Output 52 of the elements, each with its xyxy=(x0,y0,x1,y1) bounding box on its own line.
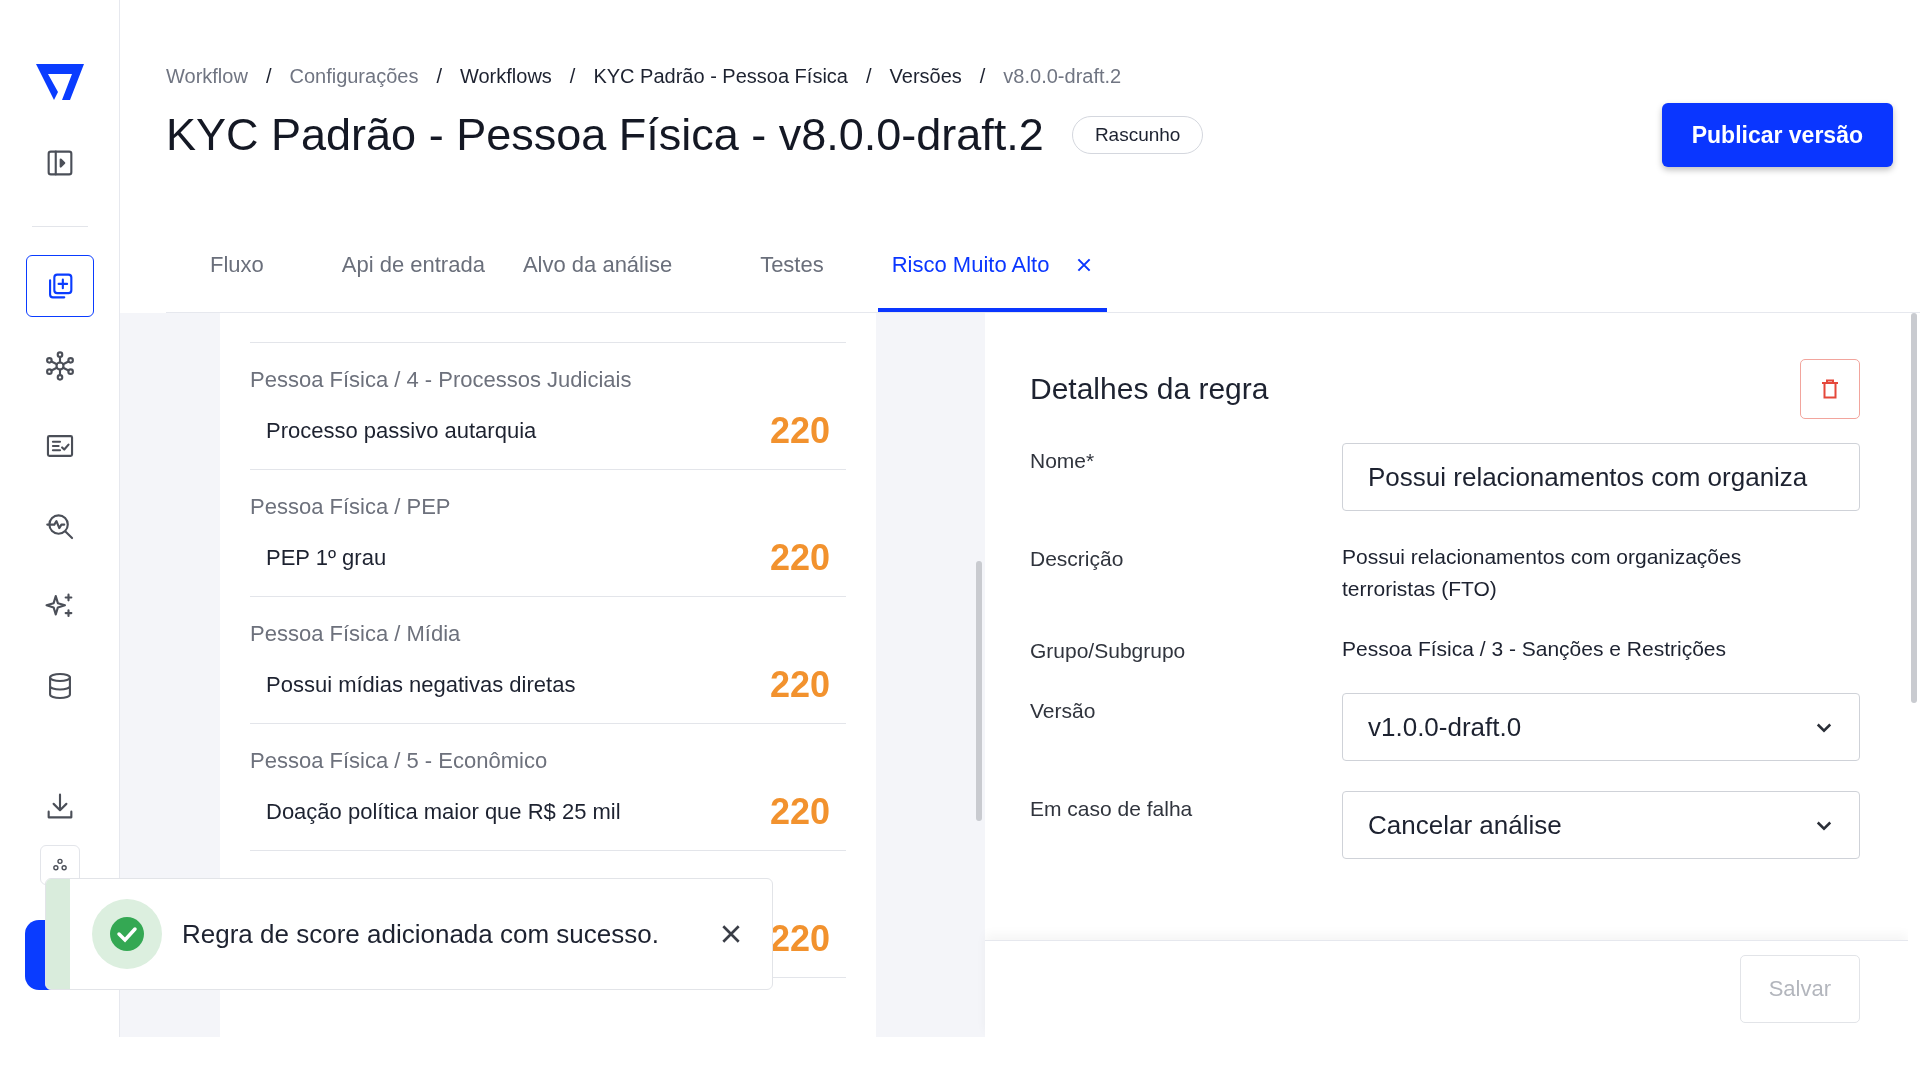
field-label: Descrição xyxy=(1030,546,1125,572)
publish-button[interactable]: Publicar versão xyxy=(1661,103,1893,167)
select-field[interactable]: v1.0.0-draft.0 xyxy=(1342,693,1860,761)
field-label: Nome* xyxy=(1030,448,1096,474)
close-icon[interactable] xyxy=(720,923,742,945)
rule-group: Pessoa Física / 5 - Econômico xyxy=(250,748,846,776)
rule-name: PEP 1º grau xyxy=(266,545,387,571)
breadcrumb-separator: / xyxy=(265,64,272,88)
tab[interactable]: Testes xyxy=(746,222,838,312)
rule-score: 220 xyxy=(769,410,830,452)
breadcrumb-link[interactable]: KYC Padrão - Pessoa Física xyxy=(593,64,848,88)
scrollbar[interactable] xyxy=(976,561,982,821)
tab[interactable]: Fluxo xyxy=(196,222,278,312)
rule-group: Pessoa Física / Mídia xyxy=(250,621,846,649)
breadcrumb-link[interactable]: Versões xyxy=(889,64,962,88)
scrollbar[interactable] xyxy=(1911,313,1917,703)
rule-item[interactable]: Possui mídias negativas diretas 220 xyxy=(250,649,846,709)
field-value: Pessoa Física / 3 - Sanções e Restrições xyxy=(1342,636,1727,662)
delete-button[interactable] xyxy=(1800,359,1860,419)
breadcrumb-separator: / xyxy=(979,64,986,88)
rule-name: Possui mídias negativas diretas xyxy=(266,672,576,698)
breadcrumb-separator: / xyxy=(865,64,872,88)
breadcrumb-link[interactable]: Configurações xyxy=(289,64,419,88)
field-label: Versão xyxy=(1030,698,1097,724)
rule-item[interactable]: Doação política maior que R$ 25 mil 220 xyxy=(250,776,846,836)
tab[interactable]: Api de entrada xyxy=(327,222,499,312)
name-input[interactable]: Possui relacionamentos com organiza xyxy=(1342,443,1860,511)
breadcrumb-link[interactable]: Workflows xyxy=(459,64,552,88)
rule-name: Doação política maior que R$ 25 mil xyxy=(266,799,621,825)
field-label: Grupo/Subgrupo xyxy=(1030,638,1187,664)
tab[interactable]: Alvo da análise xyxy=(508,222,687,312)
field-label: Em caso de falha xyxy=(1030,796,1194,822)
breadcrumb-separator: / xyxy=(436,64,442,88)
logo xyxy=(33,62,86,102)
rule-group: Pessoa Física / 4 - Processos Judiciais xyxy=(250,367,846,395)
rule-score: 220 xyxy=(769,537,830,579)
rule-item[interactable]: Processo passivo autarquia 220 xyxy=(250,395,846,455)
field-value: Possui relacionamentos com organizações terroristas (FTO) xyxy=(1342,544,1743,602)
breadcrumb-separator: / xyxy=(569,64,576,88)
select-field[interactable]: Cancelar análise xyxy=(1342,791,1860,859)
breadcrumb-link[interactable]: Workflow xyxy=(166,64,248,88)
rule-name: Processo passivo autarquia xyxy=(266,418,537,444)
details-title: Detalhes da regra xyxy=(1030,372,1269,406)
breadcrumb-link[interactable]: v8.0.0-draft.2 xyxy=(1003,64,1122,88)
add-document-icon[interactable] xyxy=(25,255,94,317)
rule-group: Pessoa Física / PEP xyxy=(250,494,846,522)
page-title: KYC Padrão - Pessoa Física - v8.0.0-draft.2 xyxy=(166,109,1044,161)
rule-score: 220 xyxy=(769,664,830,706)
toast-message: Regra de score adicionada com sucesso. xyxy=(182,918,659,950)
check-icon xyxy=(92,899,162,969)
rule-item[interactable]: PEP 1º grau 220 xyxy=(250,522,846,582)
rule-score: 220 xyxy=(769,791,830,833)
